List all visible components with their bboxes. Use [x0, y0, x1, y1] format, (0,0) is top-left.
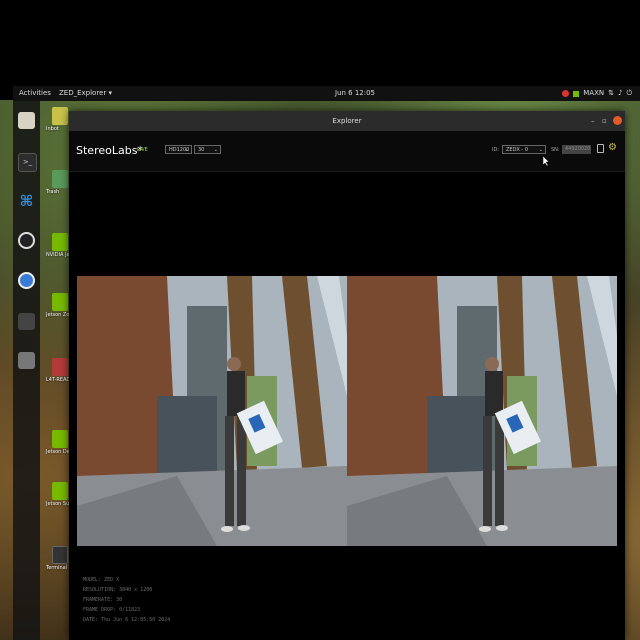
explorer-window: Explorer – ▫ StereoLabs* LIVE HD1200 ⌄ 30…: [69, 111, 625, 640]
power-mode-label[interactable]: MAXN: [583, 86, 604, 101]
left-camera-view: [77, 276, 347, 546]
camera-select[interactable]: ZEDX - 0 ⌄: [502, 145, 546, 154]
right-camera-view: [347, 276, 617, 546]
frame-drop-info: FRAME DROP: 0/11823: [83, 607, 141, 613]
record-icon[interactable]: [597, 144, 604, 153]
system-tray[interactable]: MAXN ⇅ ♪ ⏻: [562, 86, 632, 101]
resolution-select[interactable]: HD1200 ⌄: [165, 145, 192, 154]
volume-icon: ♪: [617, 89, 623, 97]
nvidia-icon: [52, 430, 68, 448]
camera-metadata: MODEL: ZED X RESOLUTION: 3840 x 1200 FRA…: [83, 575, 170, 625]
chromium-icon[interactable]: [18, 272, 35, 289]
settings-gear-icon[interactable]: ⚙: [608, 142, 617, 153]
right-camera-image: [347, 276, 617, 546]
window-titlebar[interactable]: Explorer – ▫: [69, 111, 625, 131]
serial-number-field: 44920020: [562, 145, 591, 154]
network-icon: ⇅: [608, 89, 614, 97]
nvidia-icon: [52, 293, 68, 311]
files-icon[interactable]: [18, 112, 35, 129]
live-indicator: LIVE: [137, 147, 148, 153]
left-camera-image: [77, 276, 347, 546]
window-title: Explorer: [332, 117, 362, 125]
trash-icon: [52, 170, 68, 188]
mouse-cursor-icon: [543, 156, 550, 166]
fps-select[interactable]: 30 ⌄: [194, 145, 221, 154]
app-menu[interactable]: ZED_Explorer ▾: [59, 86, 112, 101]
app-icon[interactable]: [18, 313, 35, 330]
stereo-view-area: MODEL: ZED X RESOLUTION: 3840 x 1200 FRA…: [77, 179, 617, 640]
brand-logo: StereoLabs*: [76, 144, 143, 157]
date-info: DATE: Thu Jun 6 12:05:50 2024: [83, 617, 171, 623]
clock[interactable]: Jun 6 12:05: [335, 86, 375, 101]
chevron-down-icon: ⌄: [184, 147, 189, 153]
dock: >_ ⌘: [13, 101, 40, 640]
explorer-toolbar: StereoLabs* LIVE HD1200 ⌄ 30 ⌄ ID: ZEDX - …: [69, 131, 625, 172]
chevron-down-icon: ⌄: [213, 147, 218, 153]
close-button[interactable]: [613, 116, 622, 125]
framerate-info: FRAMERATE: 30: [83, 597, 123, 603]
disk-icon[interactable]: [18, 352, 35, 369]
obs-icon[interactable]: [18, 232, 35, 249]
resolution-info: RESOLUTION: 3840 x 1200: [83, 587, 153, 593]
nvidia-icon: [52, 233, 68, 251]
system-top-bar: Activities ZED_Explorer ▾ Jun 6 12:05 MA…: [13, 86, 640, 101]
vscode-icon[interactable]: ⌘: [18, 193, 35, 210]
sn-label: SN:: [551, 147, 560, 153]
chevron-down-icon: ⌄: [538, 147, 543, 153]
minimize-button[interactable]: –: [591, 117, 595, 125]
folder-icon: [52, 107, 68, 125]
terminal-icon: [52, 546, 68, 564]
maximize-button[interactable]: ▫: [602, 117, 607, 125]
power-icon: ⏻: [626, 89, 632, 97]
activities-button[interactable]: Activities: [19, 86, 51, 101]
model-info: MODEL: ZED X: [83, 577, 120, 583]
document-icon: [52, 358, 68, 376]
id-label: ID:: [492, 147, 500, 153]
terminal-icon[interactable]: >_: [18, 153, 37, 172]
chrome-tray-icon[interactable]: [562, 90, 570, 97]
nvidia-tray-icon[interactable]: [573, 90, 580, 97]
nvidia-icon: [52, 482, 68, 500]
